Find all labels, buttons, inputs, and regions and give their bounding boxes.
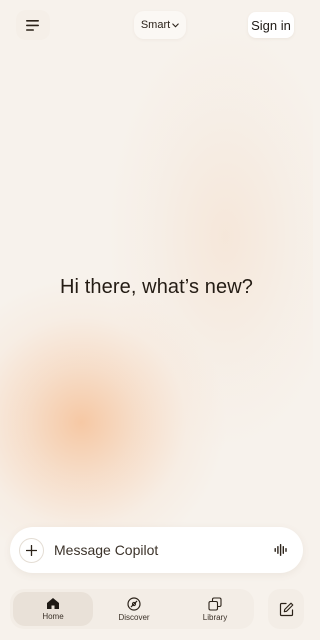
nav-item-library[interactable]: Library [175,592,255,626]
chevron-down-icon [172,22,179,28]
sign-in-button[interactable]: Sign in [248,12,294,38]
nav-label-home: Home [42,612,64,621]
menu-button[interactable] [16,10,50,40]
bottom-navigation: Home Discover Library [10,589,254,629]
new-chat-icon [279,602,294,617]
compass-icon [127,596,141,611]
new-chat-button[interactable] [268,589,304,629]
mode-selector[interactable]: Smart [134,11,186,39]
home-icon [46,597,60,610]
nav-item-discover[interactable]: Discover [94,592,174,626]
add-attachment-button[interactable] [19,538,44,563]
greeting-heading: Hi there, what’s new? [60,276,253,298]
library-icon [208,596,222,611]
message-input[interactable] [54,539,254,561]
plus-icon [26,545,37,556]
top-bar: Smart Sign in [0,0,313,52]
nav-item-home[interactable]: Home [13,592,93,626]
mode-label: Smart [140,19,171,31]
message-composer [10,527,303,573]
nav-label-library: Library [202,612,228,622]
hamburger-menu-icon [26,19,40,31]
voice-waveform-icon [274,544,288,556]
voice-button[interactable] [270,539,292,561]
nav-label-discover: Discover [118,612,150,622]
